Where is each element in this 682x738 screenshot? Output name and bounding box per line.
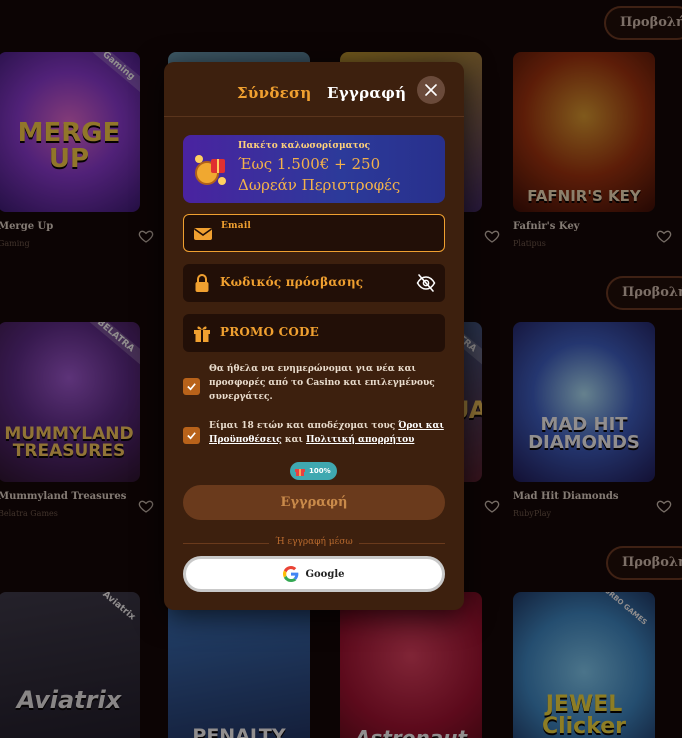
game-art-title: MERGE UP xyxy=(17,118,121,174)
newsletter-consent: Θα ήθελα να ενημερώνομαι για νέα και προ… xyxy=(183,362,445,408)
social-divider: Ή εγγραφή μέσω xyxy=(183,537,445,551)
promo-code-label: PROMO CODE xyxy=(220,325,319,339)
game-title[interactable]: Merge Up xyxy=(0,221,53,232)
checkmark-icon xyxy=(187,383,196,391)
provider-ribbon: Aviatrix xyxy=(100,592,137,623)
game-art-title: MUMMYLAND TREASURES xyxy=(4,424,134,461)
game-art-title: MAD HIT DIAMONDS xyxy=(528,414,640,453)
completion-badge: 100% xyxy=(290,462,337,480)
social-divider-text: Ή εγγραφή μέσω xyxy=(275,537,353,547)
terms-consent: Είμαι 18 ετών και αποδέχομαι τους Όροι κ… xyxy=(183,419,445,451)
tab-login[interactable]: Σύνδεση xyxy=(237,84,312,102)
favorite-heart-icon[interactable] xyxy=(656,228,672,244)
close-button[interactable] xyxy=(417,76,445,104)
game-art-title: Astronaut xyxy=(354,726,468,738)
email-label: Email xyxy=(221,221,252,231)
game-art-title: JEWEL Clicker xyxy=(541,692,627,738)
registration-modal: Σύνδεση Εγγραφή Πακέτο καλωσορίσματος Έω… xyxy=(164,62,464,610)
newsletter-consent-text: Θα ήθελα να ενημερώνομαι για νέα και προ… xyxy=(209,364,435,402)
password-label: Κωδικός πρόσβασης xyxy=(220,275,364,289)
google-icon xyxy=(283,566,299,582)
game-tile-jewel-clicker[interactable]: TURBO GAMES JEWEL Clicker xyxy=(513,592,655,738)
game-tile-astronaut[interactable]: Astronaut xyxy=(340,592,482,738)
game-provider: Platipus xyxy=(513,239,546,248)
gift-bag-icon xyxy=(195,155,226,185)
terms-and: και xyxy=(281,435,307,445)
newsletter-checkbox[interactable] xyxy=(183,378,200,395)
terms-consent-text: Είμαι 18 ετών και αποδέχομαι τους Όροι κ… xyxy=(209,419,447,447)
terms-checkbox[interactable] xyxy=(183,427,200,444)
game-provider: RubyPlay xyxy=(513,509,552,518)
game-tile-merge-up[interactable]: Gaming MERGE UP xyxy=(0,52,140,212)
register-submit-button[interactable]: Εγγραφή xyxy=(183,485,445,520)
show-all-button-row-2[interactable]: Προβολή xyxy=(606,276,682,310)
password-field[interactable]: Κωδικός πρόσβασης xyxy=(183,264,445,302)
show-all-button-row-1[interactable]: Προβολή xyxy=(604,6,682,40)
game-provider: Belatra Games xyxy=(0,509,58,518)
google-button-label: Google xyxy=(305,568,345,580)
divider-line-right xyxy=(359,543,445,544)
favorite-heart-icon[interactable] xyxy=(138,498,154,514)
gift-icon xyxy=(194,326,210,342)
favorite-heart-icon[interactable] xyxy=(484,498,500,514)
provider-ribbon: Gaming xyxy=(81,52,140,99)
game-art-title: FAFNIR'S KEY xyxy=(527,187,641,205)
game-art-title: PENALTY xyxy=(192,725,286,738)
show-all-button-row-3[interactable]: Προβολή xyxy=(606,546,682,580)
checkmark-icon xyxy=(187,432,196,440)
game-title[interactable]: Fafnir's Key xyxy=(513,221,580,232)
promo-title: Πακέτο καλωσορίσματος xyxy=(238,141,371,151)
email-field[interactable]: Email xyxy=(183,214,445,252)
game-tile-mad-hit-diamonds[interactable]: MAD HIT DIAMONDS xyxy=(513,322,655,482)
envelope-icon xyxy=(194,228,212,240)
header-divider xyxy=(164,116,464,117)
game-tile-fafnirs-key[interactable]: FAFNIR'S KEY xyxy=(513,52,655,212)
favorite-heart-icon[interactable] xyxy=(484,228,500,244)
completion-percent: 100% xyxy=(309,467,331,475)
provider-ribbon: BELATRA xyxy=(75,322,140,371)
game-tile-aviatrix[interactable]: Aviatrix Aviatrix xyxy=(0,592,140,738)
game-tile-penalty[interactable]: PENALTY xyxy=(168,592,310,738)
welcome-bonus-banner: Πακέτο καλωσορίσματος Έως 1.500€ + 250 Δ… xyxy=(183,135,445,203)
game-provider: Gaming xyxy=(0,239,30,248)
favorite-heart-icon[interactable] xyxy=(138,228,154,244)
game-art-title: Aviatrix xyxy=(16,686,122,714)
lock-icon xyxy=(195,274,209,292)
favorite-heart-icon[interactable] xyxy=(656,498,672,514)
provider-ribbon: TURBO GAMES xyxy=(599,592,649,627)
hide-password-eye-icon[interactable] xyxy=(416,273,436,293)
terms-prefix: Είμαι 18 ετών και αποδέχομαι τους xyxy=(209,421,399,431)
gift-icon xyxy=(295,469,305,476)
game-title[interactable]: Mummyland Treasures xyxy=(0,491,126,502)
privacy-policy-link[interactable]: Πολιτική απορρήτου xyxy=(306,435,414,445)
game-title[interactable]: Mad Hit Diamonds xyxy=(513,491,618,502)
promo-code-field[interactable]: PROMO CODE xyxy=(183,314,445,352)
close-icon xyxy=(425,84,437,96)
promo-offer: Έως 1.500€ + 250 Δωρεάν Περιστροφές xyxy=(238,155,401,194)
tab-register[interactable]: Εγγραφή xyxy=(327,84,406,102)
google-signup-button[interactable]: Google xyxy=(183,556,445,592)
game-tile-mummyland-treasures[interactable]: BELATRA MUMMYLAND TREASURES xyxy=(0,322,140,482)
